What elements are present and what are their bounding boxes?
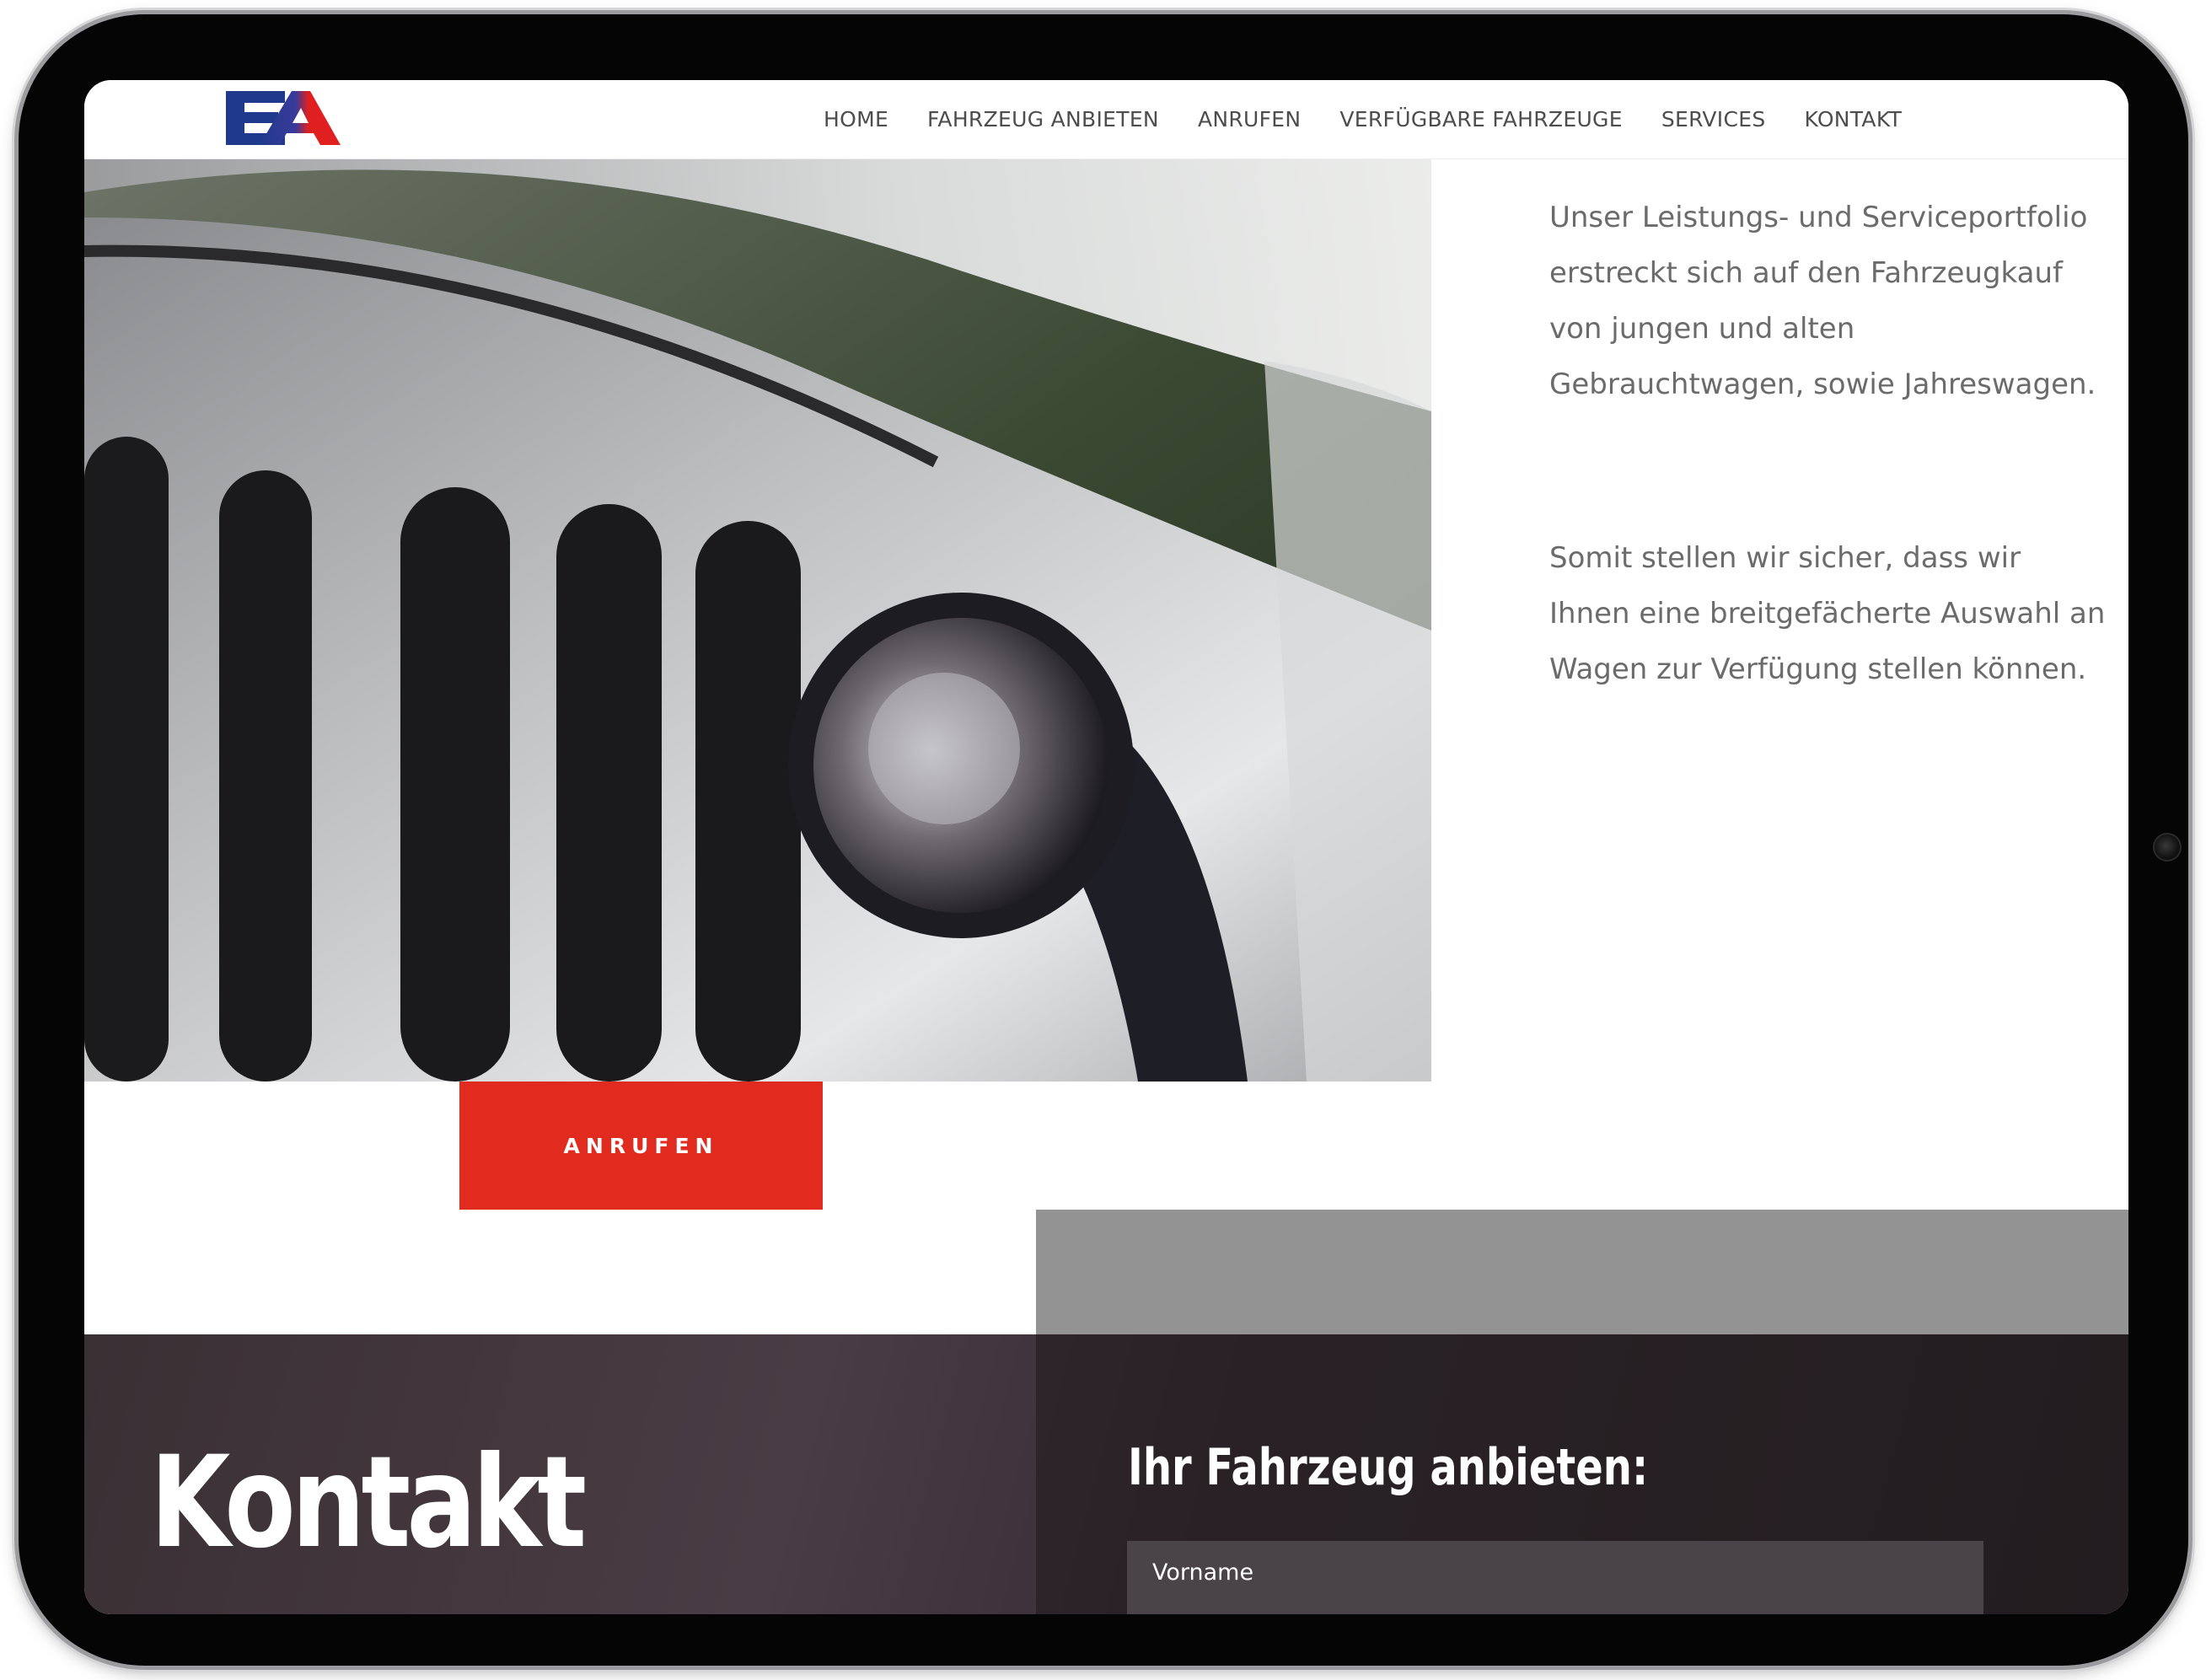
call-button[interactable]: ANRUFEN xyxy=(459,1082,823,1210)
grey-block xyxy=(1036,1210,2128,1334)
hero-car-image xyxy=(84,158,1431,1082)
intro-paragraph-2: Somit stellen wir sicher, dass wir Ihnen… xyxy=(1549,541,2106,686)
nav-item-anrufen[interactable]: ANRUFEN xyxy=(1198,107,1301,132)
contact-title: Kontakt xyxy=(150,1430,587,1576)
camera-icon xyxy=(2153,833,2182,861)
form-title: Ihr Fahrzeug anbieten: xyxy=(1128,1438,1649,1497)
nav-item-kontakt[interactable]: KONTAKT xyxy=(1805,107,1903,132)
intro-paragraph-1: Unser Leistungs- und Serviceportfolio er… xyxy=(1549,201,2096,401)
intro-text: Unser Leistungs- und Serviceportfolio er… xyxy=(1549,190,2106,697)
nav-item-home[interactable]: HOME xyxy=(824,107,888,132)
browser-screen: HOME FAHRZEUG ANBIETEN ANRUFEN VERFÜGBAR… xyxy=(84,80,2128,1614)
nav-item-services[interactable]: SERVICES xyxy=(1661,107,1766,132)
contact-section: Kontakt Ihr Fahrzeug anbieten: xyxy=(84,1334,2128,1614)
main-nav: HOME FAHRZEUG ANBIETEN ANRUFEN VERFÜGBAR… xyxy=(824,80,1940,158)
site-header: HOME FAHRZEUG ANBIETEN ANRUFEN VERFÜGBAR… xyxy=(84,80,2128,159)
nav-item-verfuegbare-fahrzeuge[interactable]: VERFÜGBARE FAHRZEUGE xyxy=(1339,107,1622,132)
firstname-field[interactable] xyxy=(1127,1541,1983,1614)
nav-item-fahrzeug-anbieten[interactable]: FAHRZEUG ANBIETEN xyxy=(927,107,1159,132)
ea-logo-icon[interactable] xyxy=(226,91,341,145)
